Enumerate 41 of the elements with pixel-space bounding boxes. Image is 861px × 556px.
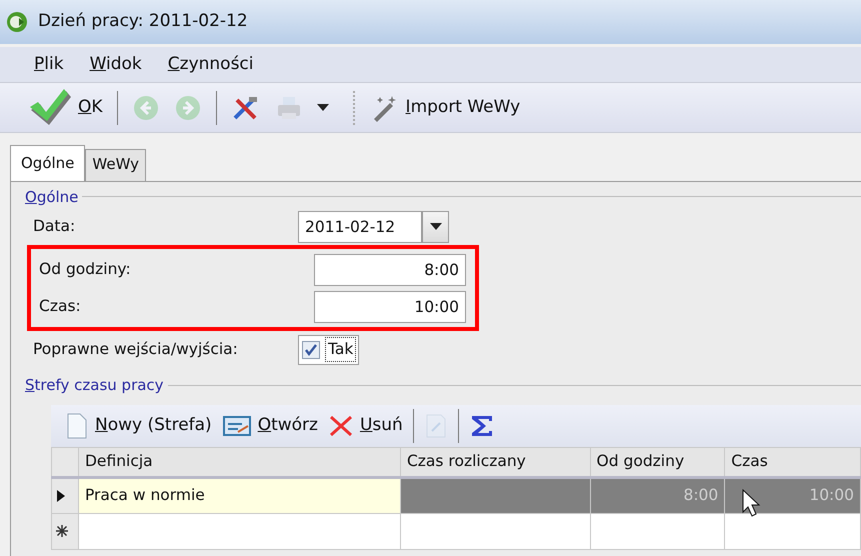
delete-button[interactable]: Usuń [328,412,403,438]
page-icon [65,412,89,440]
menu-item[interactable]: Plik [34,52,64,78]
check-icon [28,88,72,128]
tab[interactable]: Ogólne [10,145,86,180]
menu-item[interactable]: Widok [90,52,142,78]
form-icon [222,414,252,438]
date-field[interactable]: 2011-02-12 [298,210,422,242]
caret-button[interactable] [316,104,329,112]
import-button[interactable]: Import WeWy [370,92,520,122]
caret-icon [316,104,329,112]
time-field[interactable]: 8:00 [314,254,466,286]
current-row-icon [56,488,66,503]
mouse-cursor-icon [741,488,762,516]
table-cell: 8:00 [590,477,725,513]
tab[interactable]: WeWy [85,149,146,180]
field-label: Poprawne wejścia/wyjścia: [32,338,239,360]
delete-icon [328,414,354,438]
field-label: Od godziny: [38,258,132,280]
caret-icon [430,222,442,230]
dropdown-button[interactable] [422,210,449,242]
table-cell: Praca w normie [78,477,400,513]
time-field[interactable]: 10:00 [314,290,466,322]
ok-button[interactable]: OK [28,88,103,128]
checkbox[interactable] [302,340,320,358]
new-row-icon [56,525,68,538]
column-header[interactable]: Od godziny [590,447,725,477]
open-button[interactable]: Otwórz [222,412,318,438]
edit-page-icon [424,412,448,438]
group-title: Strefy czasu pracy [25,375,164,396]
field-label: Czas: [38,296,82,317]
app-logo-icon [6,11,28,33]
menu-item[interactable]: Czynności [168,52,254,78]
column-header[interactable]: Czas rozliczany [400,447,590,477]
new-button[interactable]: Nowy (Strefa) [65,412,212,440]
group-title: Ogólne [25,186,78,208]
column-header[interactable]: Definicja [78,447,400,477]
column-header[interactable]: Czas [724,447,860,477]
field-label: Data: [32,216,76,237]
checkbox-label: Tak [326,338,356,362]
window-title: Dzień pracy: 2011-02-12 [38,10,248,34]
